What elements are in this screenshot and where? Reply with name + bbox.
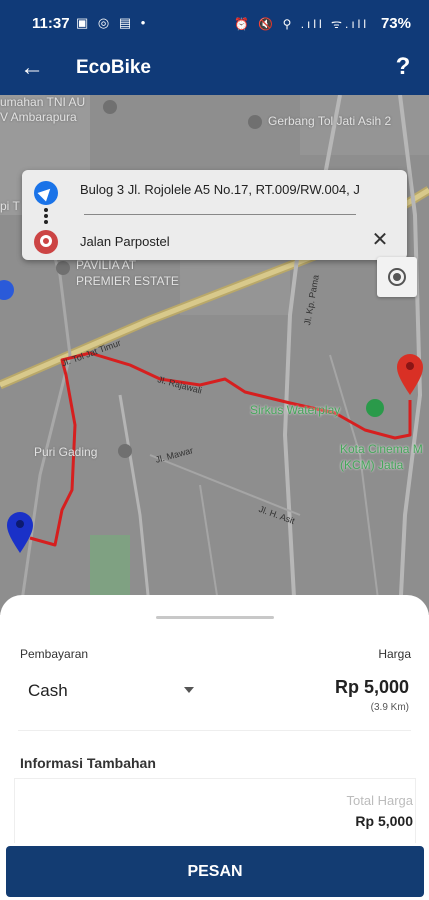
my-location-icon[interactable]: [377, 257, 417, 297]
payment-label: Pembayaran: [20, 647, 89, 661]
map-label: PREMIER ESTATE: [76, 274, 179, 288]
map-label: PAVILIA AT: [76, 258, 137, 272]
minor-road: [329, 354, 381, 615]
map-label: pi T: [0, 199, 20, 213]
back-arrow-icon[interactable]: ←: [18, 54, 46, 82]
system-icons: ⏰ 🔇 ⚲ .ıll ᯤ.ıll: [234, 17, 369, 31]
navigation-arrow-icon: [34, 181, 58, 205]
app-bar: ← EcoBike ?: [0, 46, 429, 95]
blue-poi-marker: [0, 280, 14, 300]
help-icon[interactable]: ?: [389, 52, 417, 82]
order-button[interactable]: PESAN: [6, 846, 424, 897]
status-bar: 11:37 ▣ ◎ ▤ • ⏰ 🔇 ⚲ .ıll ᯤ.ıll 73%: [0, 0, 429, 46]
route-divider: [84, 214, 356, 215]
section-divider: [18, 730, 411, 731]
price-label: Harga: [378, 647, 411, 661]
notification-icons: ▣ ◎ ▤ •: [76, 15, 149, 30]
poi-marker: [56, 261, 70, 275]
poi-marker: [118, 444, 132, 458]
green-poi-marker: [366, 399, 384, 417]
map-label: Kota Cinema M: [340, 442, 423, 456]
additional-info-box: [14, 778, 416, 843]
page-title: EcoBike: [76, 57, 151, 78]
payment-method-select[interactable]: Cash: [28, 681, 68, 701]
chevron-down-icon[interactable]: [184, 687, 194, 693]
map-label: Puri Gading: [34, 445, 98, 459]
location-pin-icon: [34, 230, 58, 254]
minor-road: [149, 454, 301, 516]
close-icon[interactable]: ✕: [369, 229, 391, 251]
route-dots-icon: [43, 208, 49, 226]
poi-marker: [248, 115, 262, 129]
sheet-drag-handle[interactable]: [156, 616, 274, 619]
map-label: V Ambarapura: [0, 110, 77, 124]
map-label: Sirkus Waterplay: [250, 403, 341, 417]
destination-field[interactable]: Jalan Parpostel: [80, 234, 170, 249]
poi-marker: [103, 100, 117, 114]
map-label: (KCM) Jatia: [340, 458, 404, 472]
total-price-label: Total Harga: [346, 793, 413, 808]
price-value: Rp 5,000: [334, 677, 409, 697]
map-label: Gerbang Tol Jati Asih 2: [268, 114, 392, 128]
map-label: umahan TNI AU: [0, 95, 86, 109]
additional-info-label: Informasi Tambahan: [20, 755, 156, 771]
origin-field[interactable]: Bulog 3 Jl. Rojolele A5 No.17, RT.009/RW…: [80, 182, 395, 197]
total-price-value: Rp 5,000: [355, 813, 413, 829]
status-time: 11:37: [32, 15, 70, 32]
distance-value: (3.9 Km): [370, 702, 409, 713]
route-input-card: Bulog 3 Jl. Rojolele A5 No.17, RT.009/RW…: [22, 170, 407, 260]
battery-level: 73%: [380, 15, 411, 32]
park-area: [90, 535, 130, 595]
